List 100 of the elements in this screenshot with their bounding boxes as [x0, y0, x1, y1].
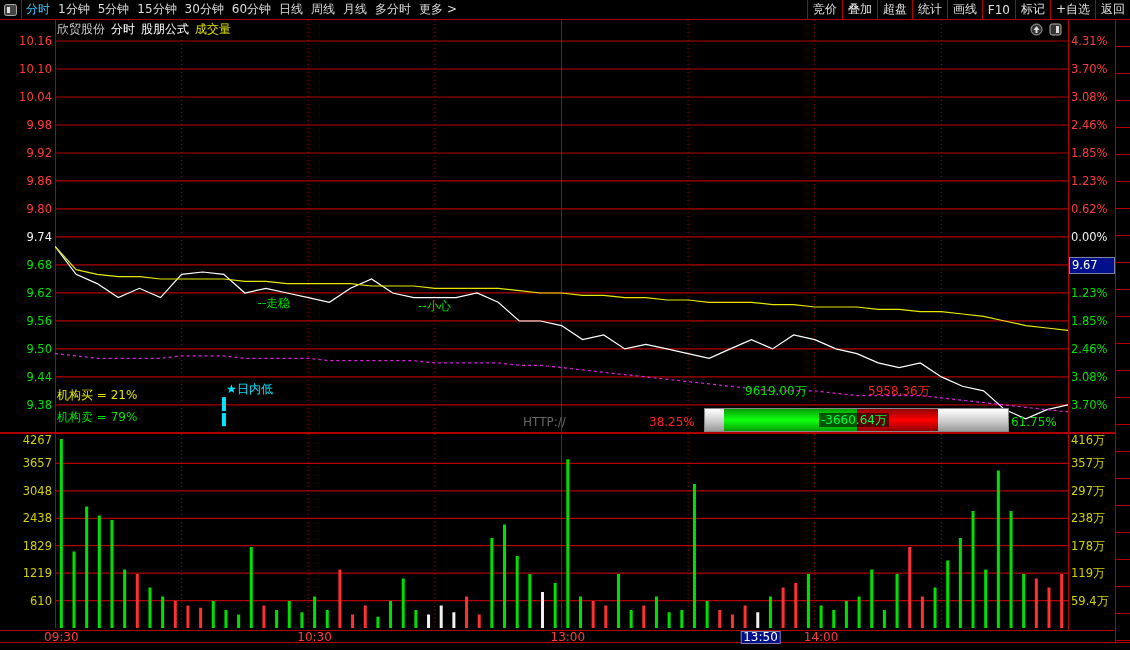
volume-bar — [806, 574, 810, 628]
time-label: 13:00 — [550, 631, 586, 644]
axis-label: 610 — [30, 593, 52, 608]
inflow-amount: 9619.00万 — [745, 384, 807, 398]
chart-title: 成交量 — [195, 21, 231, 38]
period-tab[interactable]: 日线 — [275, 0, 308, 19]
period-tab[interactable]: 60分钟 — [227, 0, 276, 19]
volume-bar — [629, 610, 633, 628]
cursor-price: 9.67 — [1069, 256, 1115, 274]
volume-bar — [819, 605, 823, 628]
volume-bar — [857, 596, 861, 628]
axis-label: 9.44 — [26, 369, 52, 384]
volume-bar — [389, 601, 393, 628]
volume-bar — [654, 596, 658, 628]
period-tab[interactable]: 更多 > — [415, 0, 461, 19]
toolbar-button[interactable]: 超盘 — [876, 0, 912, 19]
axis-label: 4.31% — [1071, 34, 1108, 48]
volume-bar — [123, 569, 127, 628]
axis-label: 1.23% — [1071, 285, 1108, 300]
toolbar-button[interactable]: 标记 — [1014, 0, 1050, 19]
axis-label: 3.08% — [1071, 90, 1108, 104]
axis-label: 1.85% — [1071, 145, 1108, 160]
volume-bar — [465, 596, 469, 628]
axis-label: 9.98 — [26, 117, 52, 132]
chart-title: 分时 — [111, 21, 135, 38]
toolbar-button[interactable]: 叠加 — [841, 0, 877, 19]
volume-bar — [553, 583, 557, 628]
volume-bar — [642, 605, 646, 628]
axis-label: 10.10 — [19, 62, 52, 76]
axis-label: 2.46% — [1071, 117, 1108, 132]
toolbar-button[interactable]: 画线 — [946, 0, 982, 19]
volume-bar — [1034, 578, 1038, 628]
period-tab[interactable]: 1分钟 — [54, 0, 94, 19]
axis-label: 10.16 — [19, 34, 52, 48]
toolbar-button[interactable]: +自选 — [1049, 0, 1095, 19]
volume-bar — [768, 596, 772, 628]
toolbar-button[interactable]: 竞价 — [806, 0, 842, 19]
period-tab[interactable]: 15分钟 — [133, 0, 181, 19]
volume-bar — [161, 596, 165, 628]
volume-bar — [705, 601, 709, 628]
period-tab[interactable]: 月线 — [339, 0, 372, 19]
volume-bar — [743, 605, 747, 628]
chart-title: 欣贸股份 — [57, 21, 105, 38]
axis-label: 9.92 — [26, 145, 52, 160]
chart-annotation: --小心 — [418, 298, 451, 313]
axis-label: 357万 — [1071, 456, 1105, 471]
axis-label: 3657 — [22, 456, 52, 471]
toolbar-button[interactable]: 统计 — [911, 0, 947, 19]
period-tab[interactable]: 分时 — [22, 0, 54, 19]
volume-bar — [756, 612, 760, 628]
volume-bar — [148, 587, 152, 628]
axis-label: 2.46% — [1071, 341, 1108, 356]
axis-label: 1219 — [22, 566, 52, 581]
axis-label: 238万 — [1071, 511, 1105, 526]
period-tab[interactable]: 多分时 — [371, 0, 416, 19]
volume-bar — [401, 578, 405, 628]
period-tab[interactable]: 30分钟 — [180, 0, 228, 19]
volume-bar — [237, 614, 241, 628]
volume-bar — [376, 616, 380, 628]
volume-bar — [287, 601, 291, 628]
volume-bar — [199, 607, 203, 628]
volume-bar — [617, 574, 620, 628]
volume-bar — [224, 610, 228, 628]
panel-toggle-icon[interactable] — [1049, 23, 1062, 36]
volume-bar — [325, 610, 329, 628]
volume-bar — [452, 612, 456, 628]
volume-bar — [439, 605, 443, 628]
axis-label: 9.56 — [26, 313, 52, 328]
volume-bar — [351, 614, 355, 628]
toolbar-button[interactable]: F10 — [981, 0, 1015, 19]
volume-bar — [895, 574, 899, 628]
upload-icon[interactable] — [1030, 23, 1043, 36]
volume-bar — [882, 610, 886, 628]
volume-bar — [933, 587, 937, 628]
volume-bar — [427, 614, 431, 628]
axis-label: 1.23% — [1071, 173, 1108, 188]
buy-ratio: 机构买 = 21% — [57, 388, 138, 402]
volume-bar — [541, 592, 544, 628]
volume-bar — [186, 605, 190, 628]
volume-bar — [262, 605, 266, 628]
volume-bar — [946, 560, 950, 628]
period-tab[interactable]: 周线 — [307, 0, 340, 19]
axis-label: 1829 — [22, 538, 52, 553]
toolbar-button[interactable]: 返回 — [1095, 0, 1130, 19]
axis-label: 9.38 — [26, 397, 52, 412]
axis-label: 119万 — [1071, 566, 1105, 581]
volume-bar — [794, 583, 798, 628]
volume-bar — [604, 605, 608, 628]
volume-bar — [844, 601, 848, 628]
volume-bar — [591, 601, 595, 628]
volume-bar — [300, 612, 304, 628]
axis-label: 0.00% — [1071, 229, 1108, 244]
period-tab[interactable]: 5分钟 — [93, 0, 134, 19]
axis-label: 3.08% — [1071, 369, 1108, 384]
volume-bar — [667, 612, 671, 628]
cursor-time: 13:50 — [740, 631, 781, 644]
axis-label: 10.04 — [19, 90, 52, 104]
volume-bar — [414, 610, 418, 628]
volume-bar — [984, 569, 988, 628]
axis-label: 297万 — [1071, 483, 1105, 498]
